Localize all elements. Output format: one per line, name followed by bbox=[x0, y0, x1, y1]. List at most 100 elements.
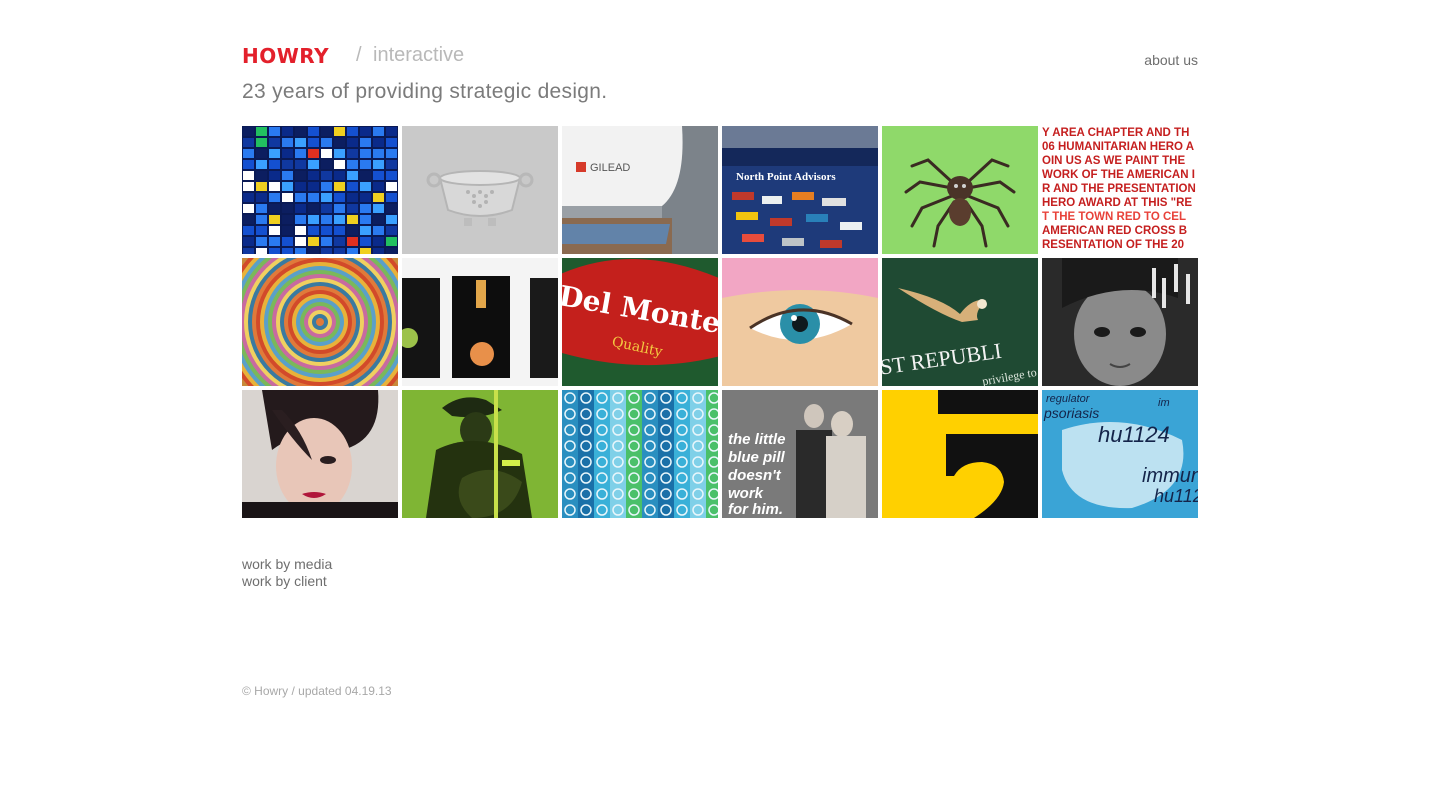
tile-woman-portrait[interactable] bbox=[242, 390, 398, 518]
mosaic-cell bbox=[243, 248, 254, 254]
mosaic-cell bbox=[321, 182, 332, 191]
mosaic-cell bbox=[347, 237, 358, 246]
tile-bass-player[interactable] bbox=[402, 390, 558, 518]
psoriasis-image: regulator psoriasis hu1124 immuno hu1124… bbox=[1042, 390, 1198, 518]
mosaic-cell bbox=[386, 160, 397, 169]
mosaic-cell bbox=[347, 248, 358, 254]
red-cross-line-1: Y AREA CHAPTER AND TH bbox=[1042, 127, 1189, 139]
psoriasis-word-6: im bbox=[1158, 397, 1170, 409]
tile-child-portrait[interactable] bbox=[1042, 258, 1198, 386]
gilead-text: GILEAD bbox=[590, 162, 630, 174]
mosaic-cell bbox=[347, 171, 358, 180]
del-monte-image: Del Monte Quality bbox=[562, 258, 718, 386]
mosaic-cell bbox=[256, 182, 267, 191]
tile-gilead-worker[interactable]: GILEAD bbox=[562, 126, 718, 254]
mosaic-cell bbox=[256, 204, 267, 213]
footer-copyright: © Howry / updated 04.19.13 bbox=[242, 684, 392, 698]
mosaic-cell bbox=[282, 182, 293, 191]
eye-image bbox=[722, 258, 878, 386]
north-point-image: North Point Advisors bbox=[722, 126, 878, 254]
mosaic-cell bbox=[373, 248, 384, 254]
tagline: 23 years of providing strategic design. bbox=[242, 80, 608, 103]
mosaic-cell bbox=[269, 149, 280, 158]
mosaic-cell bbox=[243, 182, 254, 191]
tile-eye-closeup[interactable] bbox=[722, 258, 878, 386]
pattern-cell bbox=[706, 406, 718, 422]
tile-spider[interactable] bbox=[882, 126, 1038, 254]
mosaic-cell bbox=[295, 138, 306, 147]
mosaic-cell bbox=[360, 193, 371, 202]
mosaic-cell bbox=[256, 138, 267, 147]
mosaic-cell bbox=[269, 237, 280, 246]
mosaic-cell bbox=[334, 149, 345, 158]
howry-logo[interactable]: HOWRY bbox=[242, 44, 329, 68]
mosaic-cell bbox=[360, 149, 371, 158]
psoriasis-word-3: hu1124 bbox=[1098, 422, 1170, 447]
mosaic-cell bbox=[334, 226, 345, 235]
mosaic-cell bbox=[360, 171, 371, 180]
work-by-media-link[interactable]: work by media bbox=[242, 556, 332, 573]
mosaic-cell bbox=[360, 182, 371, 191]
mosaic-cell bbox=[282, 226, 293, 235]
mosaic-cell bbox=[386, 237, 397, 246]
mosaic-cell bbox=[243, 237, 254, 246]
mosaic-cell bbox=[321, 171, 332, 180]
mosaic-cell bbox=[321, 138, 332, 147]
mosaic-cell bbox=[360, 160, 371, 169]
tile-blue-mosaic[interactable] bbox=[242, 126, 398, 254]
tile-blue-pattern[interactable] bbox=[562, 390, 718, 518]
mosaic-cell bbox=[256, 215, 267, 224]
mosaic-cell bbox=[360, 237, 371, 246]
mosaic-cell bbox=[347, 215, 358, 224]
mosaic-cell bbox=[256, 149, 267, 158]
mosaic-cell bbox=[373, 182, 384, 191]
pattern-cell bbox=[706, 422, 718, 438]
mosaic-cell bbox=[282, 193, 293, 202]
pattern-cell bbox=[706, 438, 718, 454]
red-cross-line-4: WORK OF THE AMERICAN I bbox=[1042, 169, 1195, 181]
pill-line-1: the little bbox=[728, 431, 786, 448]
mosaic-cell bbox=[295, 127, 306, 136]
mosaic-cell bbox=[321, 160, 332, 169]
about-us-link[interactable]: about us bbox=[1144, 52, 1198, 68]
tile-psoriasis-type[interactable]: regulator psoriasis hu1124 immuno hu1124… bbox=[1042, 390, 1198, 518]
work-by-client-link[interactable]: work by client bbox=[242, 573, 332, 590]
mosaic-cell bbox=[386, 149, 397, 158]
mosaic-cell bbox=[321, 215, 332, 224]
tile-number-five[interactable] bbox=[882, 390, 1038, 518]
mosaic-cell bbox=[373, 193, 384, 202]
tile-concentric-circles[interactable] bbox=[242, 258, 398, 386]
pattern-cell bbox=[706, 470, 718, 486]
tile-del-monte[interactable]: Del Monte Quality bbox=[562, 258, 718, 386]
mosaic-cell bbox=[386, 215, 397, 224]
tile-north-point-advisors[interactable]: North Point Advisors bbox=[722, 126, 878, 254]
pattern-cell bbox=[706, 486, 718, 502]
red-cross-line-3: OIN US AS WE PAINT THE bbox=[1042, 155, 1185, 167]
mosaic-cell bbox=[334, 160, 345, 169]
mosaic-cell bbox=[282, 138, 293, 147]
red-cross-line-9: RESENTATION OF THE 20 bbox=[1042, 239, 1184, 251]
mosaic-cell bbox=[295, 160, 306, 169]
packaging-image bbox=[402, 258, 558, 386]
mosaic-cell bbox=[243, 149, 254, 158]
portfolio-grid: GILEAD North Point Advisors Y AREA CHAPT… bbox=[242, 126, 1198, 518]
mosaic-cell bbox=[347, 160, 358, 169]
psoriasis-word-4: immuno bbox=[1142, 465, 1198, 487]
mosaic-cell bbox=[295, 204, 306, 213]
tile-republic-eagle[interactable]: ST REPUBLI privilege to bbox=[882, 258, 1038, 386]
mosaic-cell bbox=[282, 248, 293, 254]
tile-little-blue-pill[interactable]: the little blue pill doesn't work for hi… bbox=[722, 390, 878, 518]
mosaic-cell bbox=[256, 237, 267, 246]
tile-product-packaging[interactable] bbox=[402, 258, 558, 386]
psoriasis-word-5: hu1124 bbox=[1154, 486, 1198, 506]
mosaic-cell bbox=[269, 160, 280, 169]
tile-red-cross-type[interactable]: Y AREA CHAPTER AND TH 06 HUMANITARIAN HE… bbox=[1042, 126, 1198, 254]
mosaic-cell bbox=[386, 248, 397, 254]
mosaic-cell bbox=[347, 193, 358, 202]
mosaic-cell bbox=[308, 138, 319, 147]
mosaic-cell bbox=[295, 226, 306, 235]
logo-subtitle: interactive bbox=[373, 44, 465, 66]
mosaic-cell bbox=[269, 215, 280, 224]
mosaic-cell bbox=[282, 204, 293, 213]
tile-embossed-colander[interactable] bbox=[402, 126, 558, 254]
